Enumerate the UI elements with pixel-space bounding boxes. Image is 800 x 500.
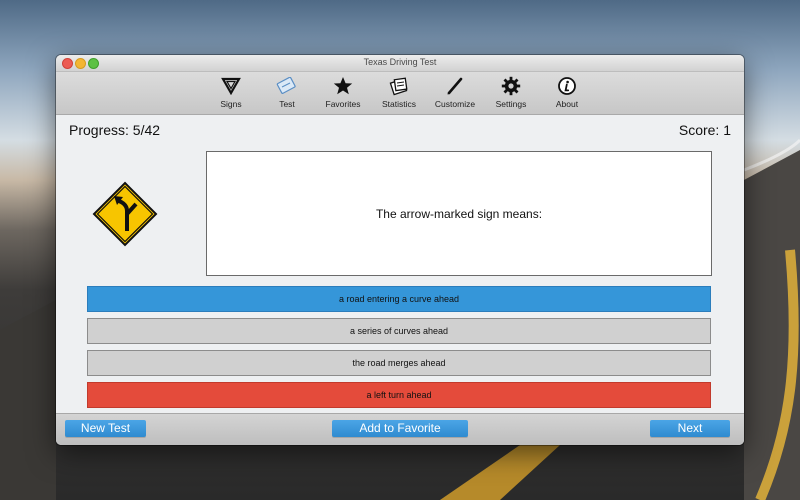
question-box: The arrow-marked sign means: [206,151,712,276]
road-entering-curve-sign-icon [92,181,158,247]
test-book-icon [259,74,315,98]
score-indicator: Score: 1 [678,122,731,138]
answer-option-label: the road merges ahead [352,358,446,368]
star-icon [315,74,371,98]
pen-icon [427,74,483,98]
toolbar-test-button[interactable]: Test [259,74,315,114]
answer-option-3[interactable]: the road merges ahead [87,350,711,376]
answer-option-label: a left turn ahead [366,390,432,400]
info-icon [539,74,595,98]
toolbar: Signs Test Favorites Statistics Customiz… [56,72,744,115]
answer-option-2[interactable]: a series of curves ahead [87,318,711,344]
toolbar-favorites-label: Favorites [325,99,361,109]
answer-option-label: a series of curves ahead [349,326,449,336]
question-text: The arrow-marked sign means: [375,206,543,221]
bottom-bar: New Test Add to Favorite Next [56,413,744,445]
toolbar-signs-button[interactable]: Signs [203,74,259,114]
answer-option-4[interactable]: a left turn ahead [87,382,711,408]
yield-triangle-icon [203,74,259,98]
app-window: Texas Driving Test Signs Test Favorites … [56,55,744,445]
toolbar-customize-button[interactable]: Customize [427,74,483,114]
toolbar-signs-label: Signs [220,99,242,109]
title-bar: Texas Driving Test [56,55,744,72]
toolbar-statistics-label: Statistics [381,99,416,109]
toolbar-favorites-button[interactable]: Favorites [315,74,371,114]
toolbar-settings-label: Settings [495,99,527,109]
gear-icon [483,74,539,98]
window-title: Texas Driving Test [363,57,437,67]
toolbar-customize-label: Customize [434,99,476,109]
toolbar-test-label: Test [279,99,295,109]
next-button[interactable]: Next [650,420,730,437]
toolbar-about-label: About [555,99,579,109]
toolbar-settings-button[interactable]: Settings [483,74,539,114]
answer-option-1[interactable]: a road entering a curve ahead [87,286,711,312]
toolbar-statistics-button[interactable]: Statistics [371,74,427,114]
add-to-favorite-button[interactable]: Add to Favorite [332,420,468,437]
answer-option-label: a road entering a curve ahead [338,294,460,304]
statistics-icon [371,74,427,98]
new-test-button[interactable]: New Test [65,420,146,437]
toolbar-about-button[interactable]: About [539,74,595,114]
progress-indicator: Progress: 5/42 [69,122,161,138]
